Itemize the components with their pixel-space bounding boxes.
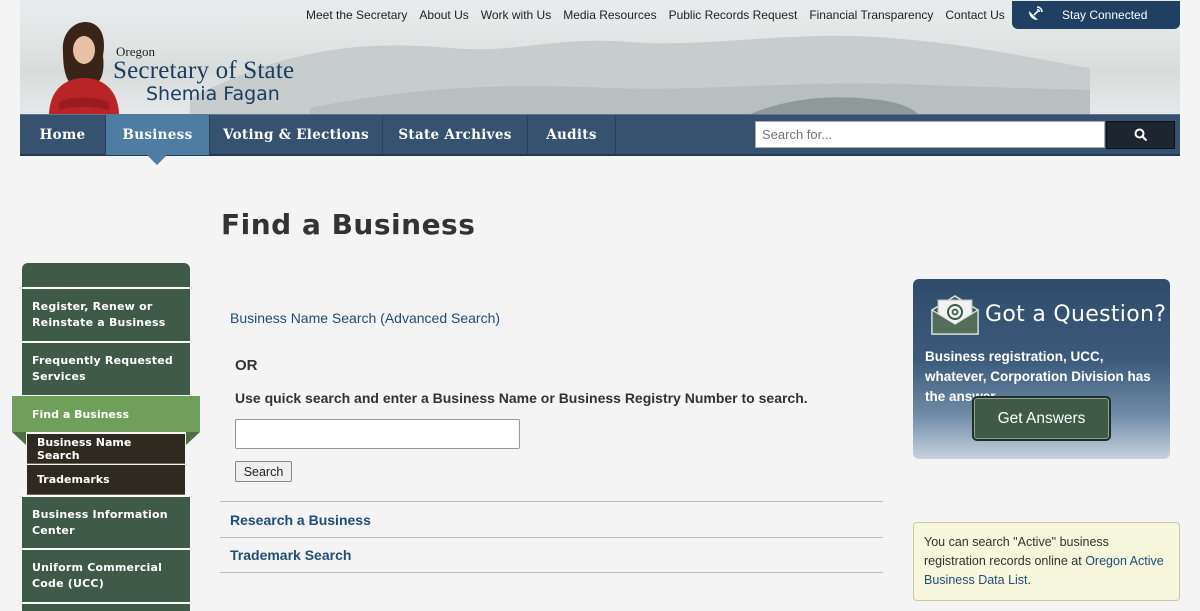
search-icon bbox=[1134, 128, 1147, 142]
active-records-note: You can search "Active" business registr… bbox=[913, 522, 1180, 601]
link-media-resources[interactable]: Media Resources bbox=[557, 8, 662, 22]
quick-search-button[interactable]: Search bbox=[235, 461, 292, 482]
note-suffix: . bbox=[1027, 573, 1032, 587]
site-search-input[interactable] bbox=[755, 121, 1105, 148]
quick-search-instructions: Use quick search and enter a Business Na… bbox=[235, 390, 808, 406]
sidebar-fold-left bbox=[12, 432, 26, 445]
logo-title[interactable]: Secretary of State bbox=[113, 57, 294, 85]
sidebar-item-ucc[interactable]: Uniform Commercial Code (UCC) bbox=[22, 548, 190, 602]
sidebar-item-frequently-requested[interactable]: Frequently Requested Services bbox=[22, 341, 190, 395]
trademark-search-link[interactable]: Trademark Search bbox=[230, 547, 351, 563]
nav-audits[interactable]: Audits bbox=[528, 115, 616, 155]
stay-connected-label: Stay Connected bbox=[1062, 8, 1148, 22]
link-financial-transparency[interactable]: Financial Transparency bbox=[803, 8, 939, 22]
quick-search-input[interactable] bbox=[235, 419, 520, 449]
divider bbox=[220, 572, 883, 573]
research-a-business-link[interactable]: Research a Business bbox=[230, 512, 371, 528]
divider bbox=[220, 501, 883, 502]
link-work-with-us[interactable]: Work with Us bbox=[475, 8, 557, 22]
site-search-button[interactable] bbox=[1106, 121, 1175, 149]
nav-active-caret bbox=[146, 154, 168, 165]
satellite-dish-icon bbox=[1029, 6, 1043, 20]
secretary-portrait bbox=[49, 22, 119, 116]
stay-connected-button[interactable]: Stay Connected bbox=[1012, 1, 1180, 29]
or-label: OR bbox=[235, 357, 258, 374]
link-about-us[interactable]: About Us bbox=[413, 8, 474, 22]
divider bbox=[220, 537, 883, 538]
sidebar-item-register[interactable]: Register, Renew or Reinstate a Business bbox=[22, 287, 190, 341]
sidebar-item-business-information-center[interactable]: Business Information Center bbox=[22, 495, 190, 549]
nav-state-archives[interactable]: State Archives bbox=[383, 115, 528, 155]
logo-secretary-name: Shemia Fagan bbox=[146, 83, 280, 105]
site-header: Oregon Secretary of State Shemia Fagan M… bbox=[0, 0, 1200, 118]
note-text: You can search "Active" business registr… bbox=[924, 535, 1109, 568]
link-meet-the-secretary[interactable]: Meet the Secretary bbox=[300, 8, 413, 22]
sidebar-header bbox=[22, 263, 190, 287]
sidebar-item-more[interactable] bbox=[22, 602, 190, 611]
got-a-question-title: Got a Question? bbox=[985, 302, 1167, 327]
crater-lake-image bbox=[190, 35, 1090, 118]
sidebar-item-find-a-business[interactable]: Find a Business bbox=[12, 396, 200, 432]
sidebar-fold-right bbox=[186, 432, 200, 445]
nav-home[interactable]: Home bbox=[20, 115, 106, 155]
link-public-records-request[interactable]: Public Records Request bbox=[663, 8, 804, 22]
page-title: Find a Business bbox=[221, 208, 476, 241]
nav-business[interactable]: Business bbox=[106, 115, 210, 155]
utility-links: Meet the Secretary About Us Work with Us… bbox=[300, 8, 1011, 22]
sidebar-sub-business-name-search[interactable]: Business Name Search bbox=[27, 434, 185, 464]
sidebar-sub-trademarks[interactable]: Trademarks bbox=[27, 465, 185, 495]
link-contact-us[interactable]: Contact Us bbox=[939, 8, 1010, 22]
email-envelope-icon bbox=[931, 295, 979, 335]
business-name-search-link[interactable]: Business Name Search (Advanced Search) bbox=[230, 310, 500, 326]
get-answers-button[interactable]: Get Answers bbox=[972, 396, 1111, 441]
nav-voting-elections[interactable]: Voting & Elections bbox=[210, 115, 383, 155]
